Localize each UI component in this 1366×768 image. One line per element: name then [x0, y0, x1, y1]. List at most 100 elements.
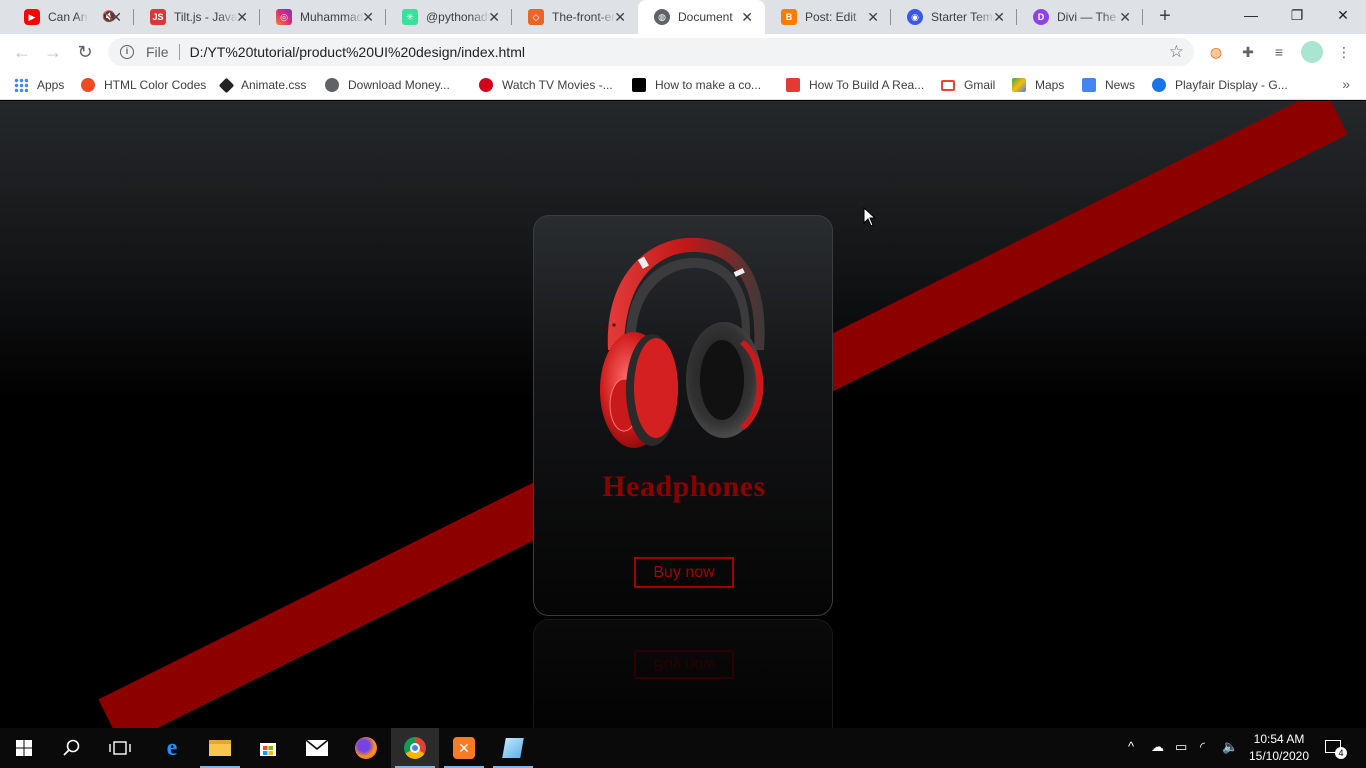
scheme-label: File	[146, 44, 169, 60]
gmail-icon	[941, 79, 955, 91]
taskbar-edge[interactable]: e	[148, 728, 196, 768]
action-center-button[interactable]: 4	[1322, 736, 1347, 760]
tiltjs-icon: JS	[150, 9, 166, 25]
bookmark-how-to-make[interactable]: How to make a co...	[632, 76, 761, 94]
product-card[interactable]: Headphones Buy now	[533, 215, 833, 616]
bookmark-apps[interactable]: Apps	[14, 76, 64, 94]
linktree-icon: ✳	[402, 9, 418, 25]
page-viewport: Headphones Buy now Buy now	[0, 101, 1366, 728]
store-icon	[260, 743, 276, 756]
bookmark-how-to-build[interactable]: How To Build A Rea...	[786, 76, 924, 94]
tab-strip: ▶ Can Angular 🔇 ✕ JS Tilt.js - JavaScrip…	[0, 0, 1366, 34]
bookmark-maps[interactable]: Maps	[1012, 76, 1064, 94]
chrome-icon	[404, 737, 426, 759]
address-bar[interactable]: i File D:/YT%20tutorial/product%20UI%20d…	[108, 38, 1194, 66]
tab-document[interactable]: ◍ Document ✕	[638, 0, 765, 34]
tab-separator	[1142, 9, 1143, 25]
blogger-icon: B	[781, 9, 797, 25]
bookmark-news[interactable]: News	[1082, 76, 1135, 94]
task-view-icon	[109, 741, 131, 755]
close-icon[interactable]: ✕	[110, 9, 122, 25]
file-explorer-icon	[209, 740, 231, 756]
volume-icon[interactable]: 🔈	[1222, 739, 1238, 755]
search-button[interactable]	[48, 728, 96, 768]
tab-instagram[interactable]: ◎ Muhammad ✕	[260, 0, 386, 34]
tab-starter-templates[interactable]: ◉ Starter Templates ✕	[891, 0, 1017, 34]
reflected-buy-button: Buy now	[634, 650, 734, 679]
clock-time: 10:54 AM	[1253, 732, 1305, 746]
tab-divi[interactable]: D Divi — The ✕	[1017, 0, 1143, 34]
taskbar-mail[interactable]	[293, 728, 341, 768]
close-icon[interactable]: ✕	[236, 9, 248, 25]
show-hidden-icons-chevron-icon[interactable]: ^	[1128, 739, 1134, 754]
article-icon	[786, 78, 800, 92]
close-icon[interactable]: ✕	[488, 9, 500, 25]
buy-now-button[interactable]: Buy now	[634, 557, 734, 588]
close-icon[interactable]: ✕	[614, 9, 626, 25]
tab-youtube[interactable]: ▶ Can Angular 🔇 ✕	[8, 0, 134, 34]
notification-count-badge: 4	[1335, 747, 1347, 759]
browser-toolbar: ← → ↻ i File D:/YT%20tutorial/product%20…	[0, 34, 1366, 70]
close-icon[interactable]: ✕	[993, 9, 1005, 25]
close-window-button[interactable]: ✕	[1320, 0, 1366, 30]
info-icon[interactable]: i	[120, 45, 134, 59]
bookmark-playfair[interactable]: Playfair Display - G...	[1152, 76, 1288, 94]
apps-grid-icon	[14, 78, 28, 92]
puzzle-extensions-icon[interactable]: ✚	[1239, 43, 1257, 61]
bookmark-star-icon[interactable]: ☆	[1169, 42, 1184, 62]
html-color-codes-icon	[81, 78, 95, 92]
bookmark-watch-tv[interactable]: Watch TV Movies -...	[479, 76, 613, 94]
product-title: Headphones	[602, 470, 766, 503]
headphones-image	[600, 237, 765, 448]
youtube-icon: ▶	[24, 9, 40, 25]
search-icon	[63, 739, 80, 756]
minimize-button[interactable]: —	[1228, 0, 1274, 30]
forward-button[interactable]: →	[41, 40, 65, 64]
address-separator	[178, 44, 180, 60]
task-view-button[interactable]	[96, 728, 144, 768]
new-tab-button[interactable]: +	[1154, 5, 1176, 28]
menu-kebab-icon[interactable]: ⋮	[1335, 43, 1353, 61]
profile-avatar[interactable]	[1301, 41, 1323, 63]
media-control-icon[interactable]: ≡	[1270, 43, 1288, 61]
reload-button[interactable]: ↻	[73, 40, 97, 64]
globe-icon	[325, 78, 339, 92]
start-button[interactable]	[0, 728, 48, 768]
edge-icon: e	[166, 734, 178, 761]
tab-linktree[interactable]: ✳ @pythonadv ✕	[386, 0, 512, 34]
system-clock[interactable]: 10:54 AM 15/10/2020	[1240, 731, 1318, 765]
codepen-icon: ◇	[528, 9, 544, 25]
close-icon[interactable]: ✕	[741, 9, 753, 25]
taskbar-xampp[interactable]: ✕	[440, 728, 488, 768]
tab-codepen[interactable]: ◇ The-front-end ✕	[512, 0, 638, 34]
url-text[interactable]: D:/YT%20tutorial/product%20UI%20design/i…	[190, 44, 525, 60]
bookmark-download-money[interactable]: Download Money...	[325, 76, 450, 94]
taskbar-notepad[interactable]	[489, 728, 537, 768]
bookmark-html-color-codes[interactable]: HTML Color Codes	[81, 76, 206, 94]
close-icon[interactable]: ✕	[362, 9, 374, 25]
bookmark-animate-css[interactable]: Animate.css	[218, 76, 306, 94]
taskbar-chrome[interactable]	[391, 728, 439, 768]
maps-icon	[1012, 78, 1026, 92]
clock-date: 15/10/2020	[1248, 749, 1310, 763]
tab-blogger[interactable]: B Post: Edit ✕	[765, 0, 891, 34]
back-button[interactable]: ←	[10, 40, 34, 64]
taskbar-firefox[interactable]	[342, 728, 390, 768]
taskbar-store[interactable]	[244, 728, 292, 768]
tab-tiltjs[interactable]: JS Tilt.js - JavaScript ✕	[134, 0, 260, 34]
tutorial-icon	[632, 78, 646, 92]
extension-icon[interactable]: ◍	[1207, 43, 1225, 61]
taskbar-file-explorer[interactable]	[196, 728, 244, 768]
animate-css-icon	[218, 77, 235, 93]
bookmark-gmail[interactable]: Gmail	[941, 76, 995, 94]
restore-button[interactable]: ❐	[1274, 0, 1320, 30]
wifi-icon[interactable]: ◜	[1200, 739, 1205, 755]
tv-movies-icon	[479, 78, 493, 92]
onedrive-cloud-icon[interactable]: ☁	[1151, 739, 1164, 755]
close-icon[interactable]: ✕	[867, 9, 879, 25]
close-icon[interactable]: ✕	[1119, 9, 1131, 25]
news-icon	[1082, 78, 1096, 92]
firefox-icon	[355, 737, 377, 759]
battery-icon[interactable]: ▭	[1175, 739, 1187, 755]
bookmarks-overflow-icon[interactable]: »	[1342, 76, 1350, 92]
